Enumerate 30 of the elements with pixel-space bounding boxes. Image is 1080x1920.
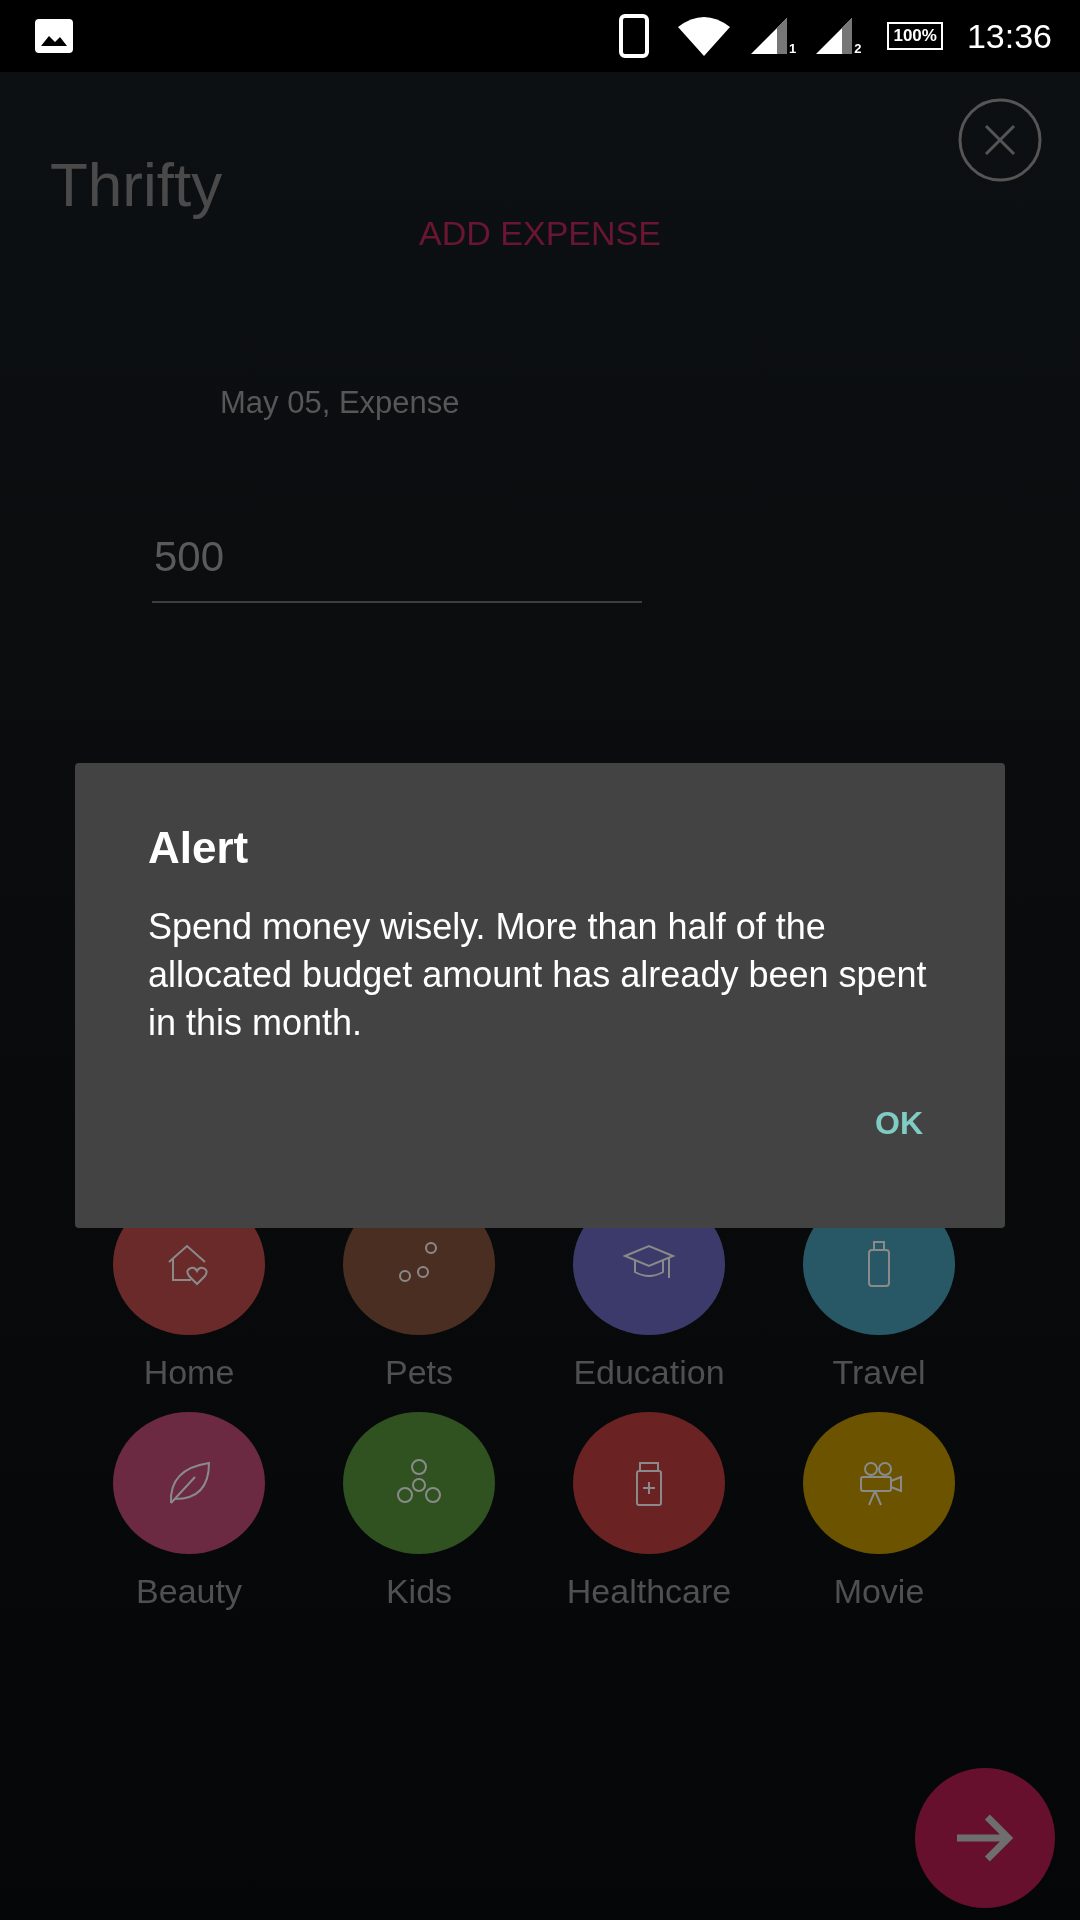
close-icon[interactable] (958, 98, 1042, 182)
movie-camera-icon (860, 1462, 902, 1506)
dialog-message: Spend money wisely. More than half of the allocated budget amount has already been spent in this month. (148, 905, 928, 1045)
phone-icon (618, 14, 649, 58)
category-label: Movie (833, 1572, 925, 1611)
wifi-icon (676, 15, 731, 57)
category-label: Healthcare (566, 1572, 732, 1611)
clock: 13:36 (966, 16, 1052, 56)
sim-label: 2 (854, 41, 862, 56)
dialog-title: Alert (148, 823, 250, 873)
category-label: Home (143, 1353, 235, 1392)
date-label: May 05, Expense (220, 385, 461, 421)
category-label: Travel (832, 1353, 926, 1392)
sim-label: 1 (788, 41, 797, 56)
fidget-spinner-icon (397, 1459, 441, 1503)
graduation-cap-icon (624, 1245, 674, 1279)
image-icon (34, 18, 74, 54)
signal-icon (814, 16, 855, 56)
amount-field[interactable]: 500 (152, 533, 642, 603)
battery-indicator: 100% (887, 22, 943, 50)
screen-title: ADD EXPENSE (419, 214, 661, 253)
category-label: Beauty (136, 1572, 242, 1611)
leaf-icon (169, 1462, 210, 1504)
ok-button[interactable]: OK (863, 1097, 935, 1150)
house-heart-icon (168, 1244, 208, 1285)
category-label: Education (573, 1353, 725, 1392)
category-label: Kids (385, 1572, 453, 1611)
category-label: Pets (384, 1353, 453, 1392)
medicine-bottle-icon (636, 1462, 662, 1506)
luggage-icon (868, 1241, 890, 1287)
